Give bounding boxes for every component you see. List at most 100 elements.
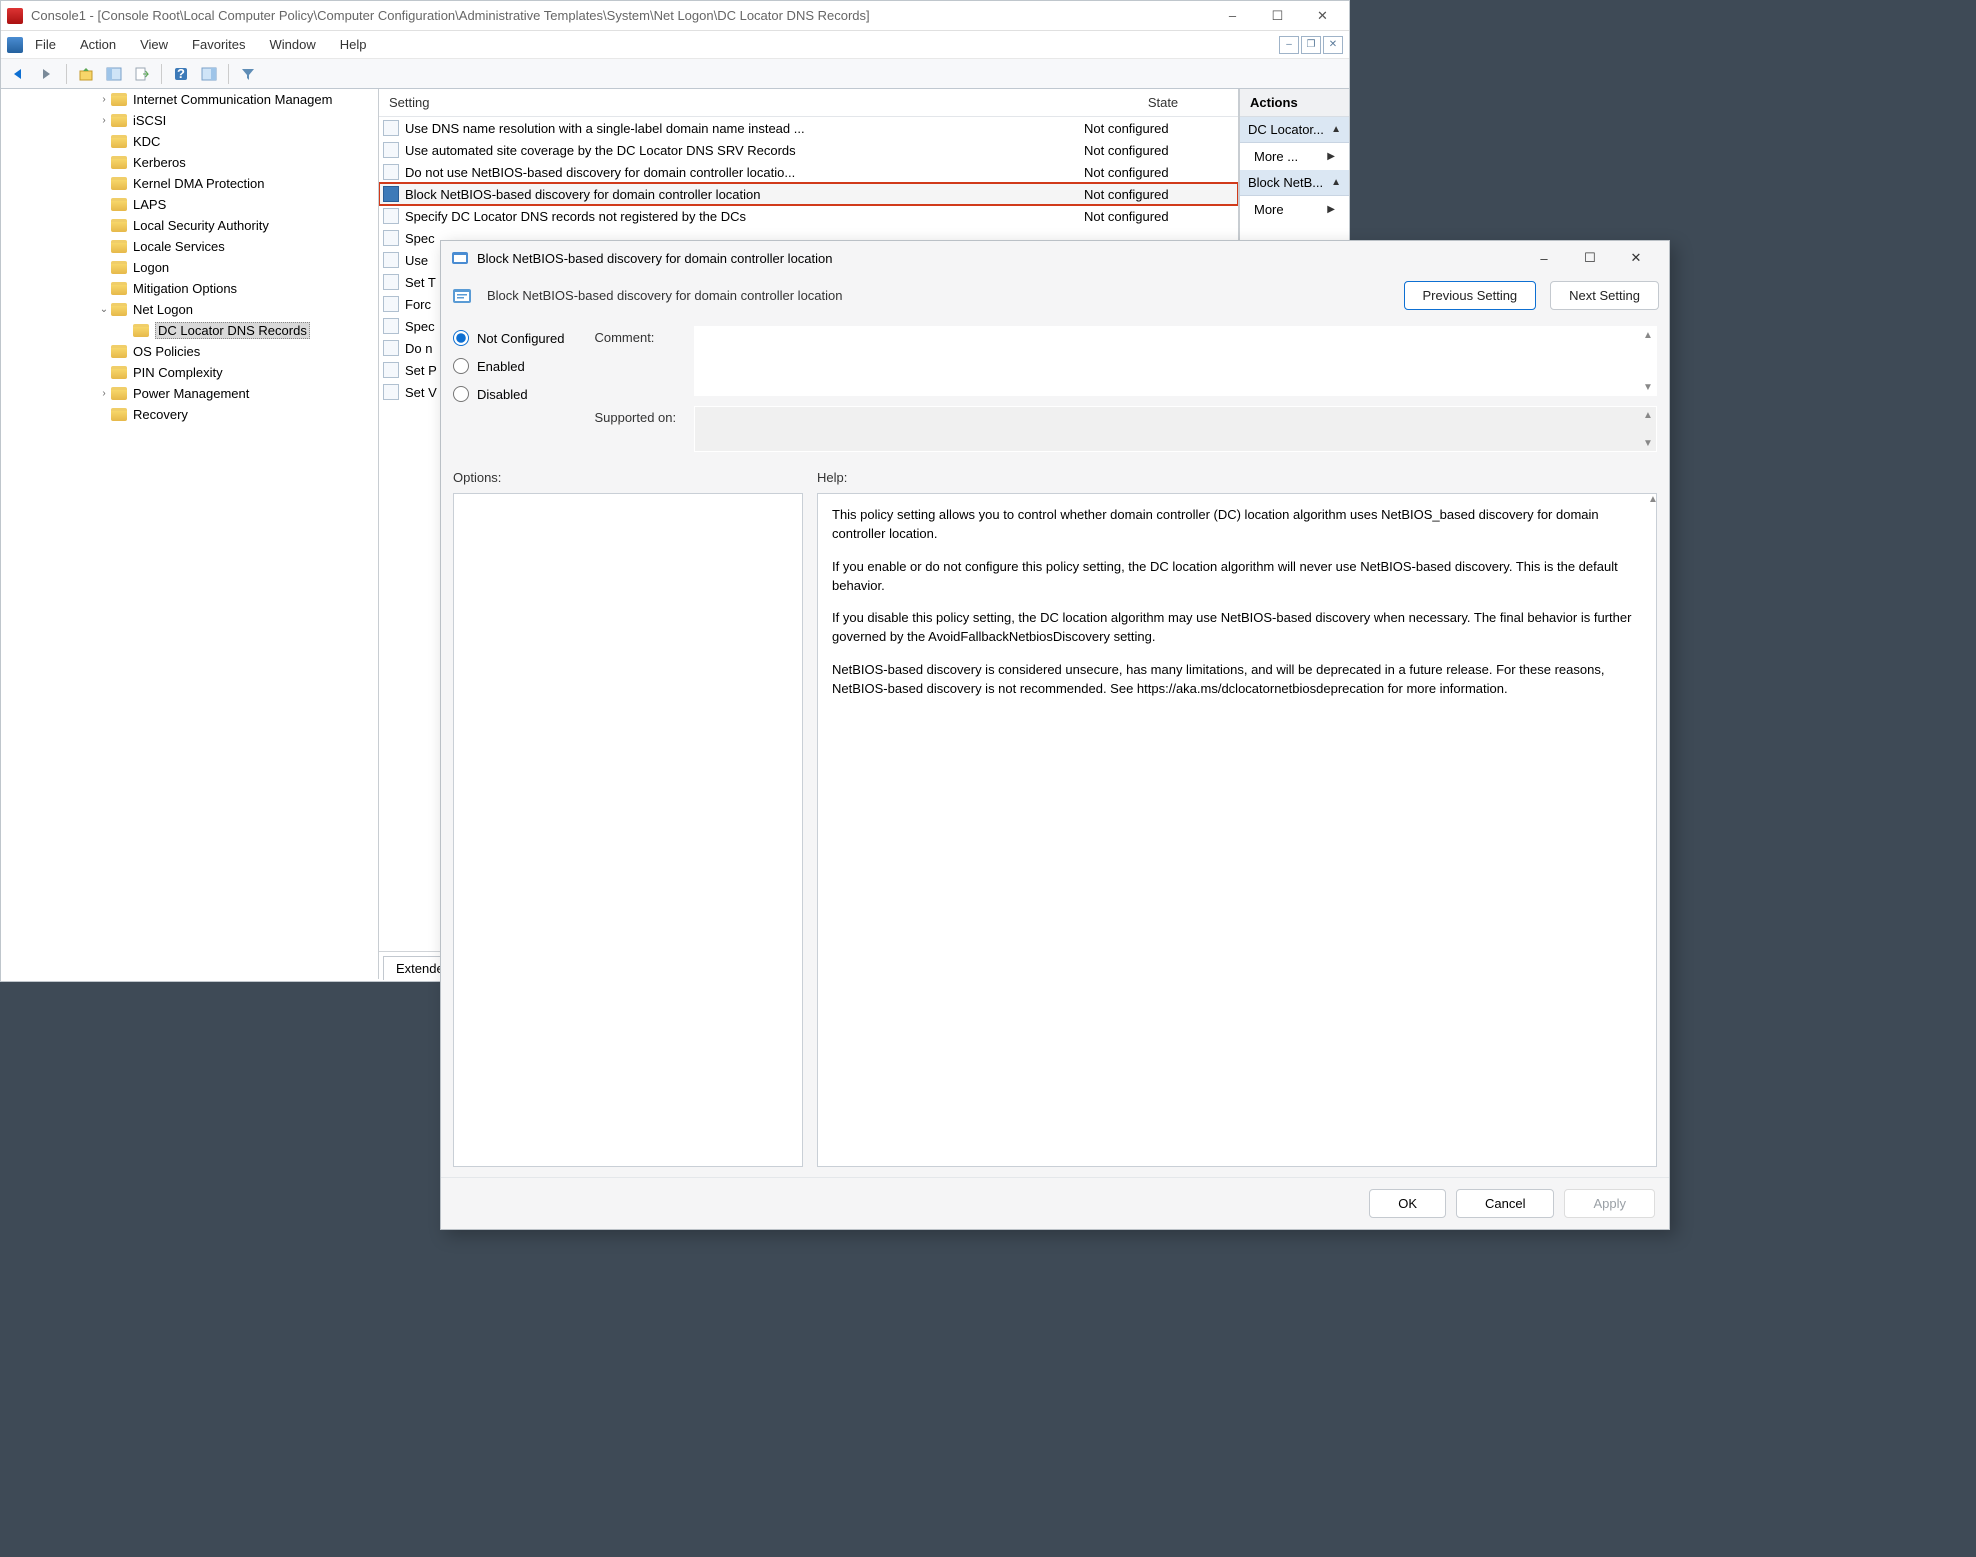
actions-group-label: DC Locator... <box>1248 122 1324 137</box>
tree-item[interactable]: Kernel DMA Protection <box>1 173 378 194</box>
policy-icon <box>383 142 399 158</box>
policy-row[interactable]: Do not use NetBIOS-based discovery for d… <box>379 161 1238 183</box>
filter-button[interactable] <box>236 62 260 86</box>
toolbar: ? <box>1 59 1349 89</box>
apply-button[interactable]: Apply <box>1564 1189 1655 1218</box>
chevron-right-icon[interactable]: › <box>97 94 111 105</box>
chevron-right-icon[interactable]: › <box>97 388 111 399</box>
actions-more-2[interactable]: More ▶ <box>1240 196 1349 223</box>
tree-item[interactable]: Local Security Authority <box>1 215 378 236</box>
actions-group-dclocator[interactable]: DC Locator... ▲ <box>1240 117 1349 143</box>
policy-icon <box>383 340 399 356</box>
tree-item[interactable]: Kerberos <box>1 152 378 173</box>
col-state[interactable]: State <box>1088 90 1238 115</box>
menu-help[interactable]: Help <box>328 33 379 56</box>
tree-item[interactable]: PIN Complexity <box>1 362 378 383</box>
scroll-up-icon[interactable]: ▲ <box>1640 407 1656 423</box>
policy-icon <box>383 296 399 312</box>
help-scrollbar[interactable]: ▲ <box>1645 494 1661 505</box>
tree-item[interactable]: Logon <box>1 257 378 278</box>
tree-item[interactable]: KDC <box>1 131 378 152</box>
dialog-buttons: OK Cancel Apply <box>441 1177 1669 1229</box>
maximize-button[interactable]: ☐ <box>1255 1 1300 31</box>
tree-item[interactable]: ›Internet Communication Managem <box>1 89 378 110</box>
dialog-close-button[interactable]: ✕ <box>1613 243 1659 273</box>
collapse-icon: ▲ <box>1331 177 1341 188</box>
actions-more-1[interactable]: More ... ▶ <box>1240 143 1349 170</box>
folder-icon <box>111 261 127 274</box>
tree-item[interactable]: OS Policies <box>1 341 378 362</box>
actions-group-blocknetb[interactable]: Block NetB... ▲ <box>1240 170 1349 196</box>
menu-favorites[interactable]: Favorites <box>180 33 257 56</box>
policy-icon <box>383 230 399 246</box>
actions-header: Actions <box>1240 89 1349 117</box>
child-close-button[interactable]: ✕ <box>1323 36 1343 54</box>
policy-row[interactable]: Specify DC Locator DNS records not regis… <box>379 205 1238 227</box>
comment-label: Comment: <box>594 326 694 345</box>
radio-label: Enabled <box>477 359 525 374</box>
tree-item[interactable]: ›iSCSI <box>1 110 378 131</box>
chevron-down-icon[interactable]: ⌄ <box>97 304 111 315</box>
tree-item[interactable]: DC Locator DNS Records <box>1 320 378 341</box>
up-button[interactable] <box>74 62 98 86</box>
menu-view[interactable]: View <box>128 33 180 56</box>
export-list-button[interactable] <box>130 62 154 86</box>
back-button[interactable] <box>7 62 31 86</box>
menu-window[interactable]: Window <box>258 33 328 56</box>
titlebar: Console1 - [Console Root\Local Computer … <box>1 1 1349 31</box>
folder-icon <box>111 114 127 127</box>
next-setting-button[interactable]: Next Setting <box>1550 281 1659 310</box>
tree-item[interactable]: Mitigation Options <box>1 278 378 299</box>
comment-textarea[interactable]: ▲ ▼ <box>694 326 1657 396</box>
previous-setting-button[interactable]: Previous Setting <box>1404 281 1537 310</box>
ok-button[interactable]: OK <box>1369 1189 1446 1218</box>
dialog-minimize-button[interactable]: – <box>1521 243 1567 273</box>
folder-icon <box>111 219 127 232</box>
show-hide-tree-button[interactable] <box>102 62 126 86</box>
scroll-down-icon[interactable]: ▼ <box>1640 435 1656 451</box>
tree-item[interactable]: Locale Services <box>1 236 378 257</box>
folder-icon <box>111 177 127 190</box>
policy-icon <box>383 208 399 224</box>
minimize-button[interactable]: – <box>1210 1 1255 31</box>
child-minimize-button[interactable]: – <box>1279 36 1299 54</box>
help-button[interactable]: ? <box>169 62 193 86</box>
help-panel: Help: This policy setting allows you to … <box>817 470 1657 1167</box>
dialog-titlebar: Block NetBIOS-based discovery for domain… <box>441 241 1669 275</box>
tree-item[interactable]: ›Power Management <box>1 383 378 404</box>
tree-item-label: Kerberos <box>133 155 186 170</box>
policy-state-text: Not configured <box>1084 143 1234 158</box>
radio-not-configured-input[interactable] <box>453 330 469 346</box>
app-icon <box>5 6 25 26</box>
policy-state-text: Not configured <box>1084 187 1234 202</box>
scroll-down-icon[interactable]: ▼ <box>1640 379 1656 395</box>
folder-icon <box>111 135 127 148</box>
policy-row[interactable]: Block NetBIOS-based discovery for domain… <box>379 183 1238 205</box>
tree-item[interactable]: Recovery <box>1 404 378 425</box>
forward-button[interactable] <box>35 62 59 86</box>
cancel-button[interactable]: Cancel <box>1456 1189 1554 1218</box>
radio-not-configured[interactable]: Not Configured <box>453 330 564 346</box>
policy-row[interactable]: Use automated site coverage by the DC Lo… <box>379 139 1238 161</box>
scroll-up-icon[interactable]: ▲ <box>1640 327 1656 343</box>
close-button[interactable]: ✕ <box>1300 1 1345 31</box>
child-restore-button[interactable]: ❐ <box>1301 36 1321 54</box>
chevron-right-icon[interactable]: › <box>97 115 111 126</box>
policy-icon <box>383 252 399 268</box>
folder-icon <box>111 408 127 421</box>
supported-on-textarea: ▲ ▼ <box>694 406 1657 452</box>
radio-disabled[interactable]: Disabled <box>453 386 564 402</box>
radio-enabled[interactable]: Enabled <box>453 358 564 374</box>
policy-setting-text: Do not use NetBIOS-based discovery for d… <box>405 165 1084 180</box>
col-setting[interactable]: Setting <box>379 90 1088 115</box>
help-para: This policy setting allows you to contro… <box>832 506 1642 544</box>
radio-disabled-input[interactable] <box>453 386 469 402</box>
menu-file[interactable]: File <box>23 33 68 56</box>
policy-row[interactable]: Use DNS name resolution with a single-la… <box>379 117 1238 139</box>
show-hide-action-button[interactable] <box>197 62 221 86</box>
tree-item[interactable]: LAPS <box>1 194 378 215</box>
menu-action[interactable]: Action <box>68 33 128 56</box>
tree-item[interactable]: ⌄Net Logon <box>1 299 378 320</box>
radio-enabled-input[interactable] <box>453 358 469 374</box>
dialog-maximize-button[interactable]: ☐ <box>1567 243 1613 273</box>
